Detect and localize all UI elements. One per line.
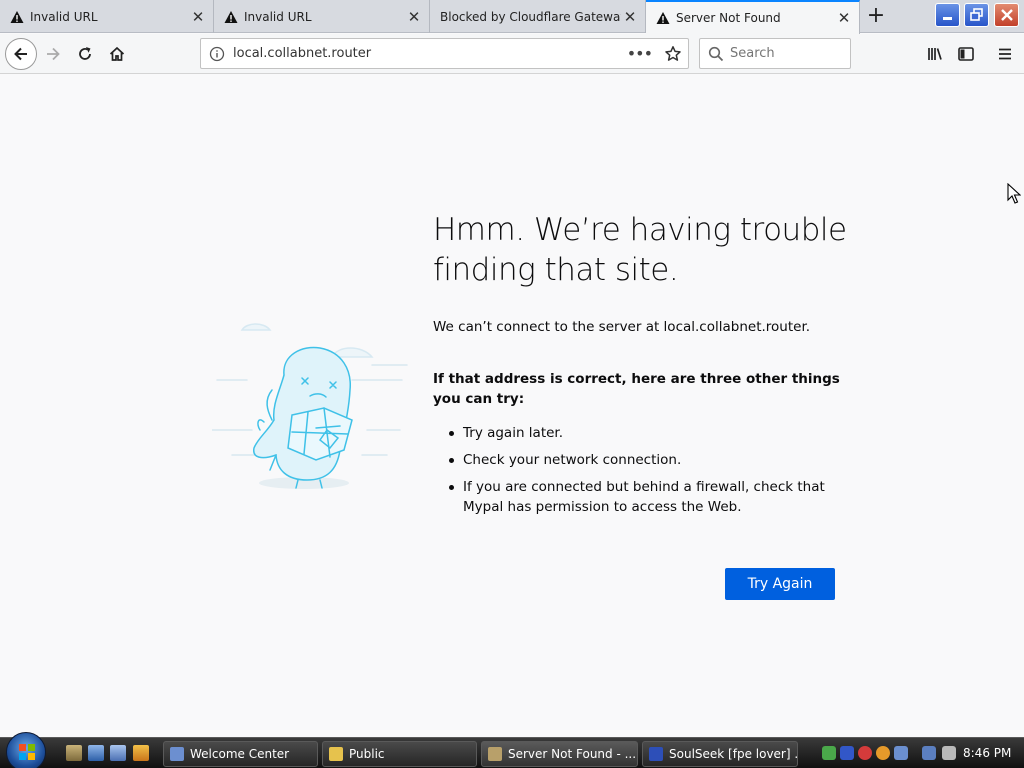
taskbar: Welcome Center Public Server Not Found -… (0, 732, 1024, 768)
sidebar-button[interactable] (951, 39, 981, 69)
hamburger-menu-icon (999, 48, 1011, 60)
page-content: Hmm. We’re having trouble finding that s… (0, 75, 1024, 737)
list-item: Try again later. (445, 423, 825, 443)
minimize-button[interactable] (935, 3, 960, 27)
tray-device-icon[interactable] (894, 746, 908, 760)
tab-strip: Invalid URL ✕ Invalid URL ✕ Blocked by C… (0, 0, 1024, 34)
tray-security-icon[interactable] (858, 746, 872, 760)
bookmark-star-icon[interactable] (664, 45, 682, 63)
show-desktop-icon[interactable] (88, 745, 104, 761)
tab-invalid-url-1[interactable]: Invalid URL ✕ (0, 0, 214, 33)
task-label: Public (349, 747, 385, 761)
quicklaunch-app-icon[interactable] (66, 745, 82, 761)
list-item: Check your network connection. (445, 450, 825, 470)
task-label: Server Not Found - ... (508, 747, 637, 761)
list-item: If you are connected but behind a firewa… (445, 477, 825, 517)
task-label: SoulSeek [fpe lover] ... (669, 747, 798, 761)
error-title: Hmm. We’re having trouble finding that s… (433, 212, 847, 288)
page-actions-icon[interactable]: ••• (627, 44, 653, 63)
browser-icon (488, 747, 502, 761)
taskbar-item-server-not-found[interactable]: Server Not Found - ... (481, 741, 638, 767)
arrow-right-icon (47, 47, 60, 61)
close-tab-icon[interactable]: ✕ (405, 8, 423, 26)
tab-server-not-found[interactable]: Server Not Found ✕ (646, 0, 860, 34)
menu-button[interactable] (990, 39, 1020, 69)
restore-icon (969, 8, 983, 21)
tab-label: Server Not Found (676, 11, 781, 25)
task-label: Welcome Center (190, 747, 290, 761)
window-icon (170, 747, 184, 761)
library-icon (928, 48, 942, 60)
close-icon (1000, 9, 1013, 21)
tab-blocked-cloudflare[interactable]: Blocked by Cloudflare Gateway ✕ (430, 0, 646, 33)
start-button[interactable] (6, 732, 46, 768)
tray-update-icon[interactable] (876, 746, 890, 760)
warning-icon (224, 10, 238, 23)
new-tab-button[interactable]: + (862, 4, 890, 30)
warning-icon (10, 10, 24, 23)
try-again-button[interactable]: Try Again (725, 568, 835, 600)
home-button[interactable] (102, 39, 132, 69)
search-bar[interactable] (699, 38, 851, 69)
warning-icon (656, 12, 670, 24)
taskbar-item-soulseek[interactable]: SoulSeek [fpe lover] ... (642, 741, 798, 767)
url-text[interactable]: local.collabnet.router (233, 46, 627, 61)
forward-button[interactable] (38, 39, 68, 69)
mouse-cursor-icon (1007, 183, 1021, 204)
tray-network-icon[interactable] (822, 746, 836, 760)
arrow-left-icon (14, 47, 27, 61)
navigation-toolbar: local.collabnet.router ••• (0, 34, 1024, 74)
taskbar-item-welcome-center[interactable]: Welcome Center (163, 741, 318, 767)
suggestions-heading: If that address is correct, here are thr… (433, 371, 840, 407)
close-window-button[interactable] (994, 3, 1019, 27)
close-tab-icon[interactable]: ✕ (835, 9, 853, 27)
tab-label: Invalid URL (30, 9, 98, 24)
minimize-icon (942, 17, 952, 20)
tab-invalid-url-2[interactable]: Invalid URL ✕ (214, 0, 430, 33)
volume-icon[interactable] (942, 746, 956, 760)
taskbar-item-public[interactable]: Public (322, 741, 477, 767)
search-icon (708, 46, 724, 61)
suggestions-list: Try again later. Check your network conn… (445, 423, 825, 524)
library-button[interactable] (920, 39, 950, 69)
url-bar[interactable]: local.collabnet.router ••• (200, 38, 689, 69)
search-input[interactable] (730, 46, 840, 61)
sidebar-icon (958, 47, 974, 61)
reload-button[interactable] (70, 39, 100, 69)
tab-label: Blocked by Cloudflare Gateway (440, 9, 621, 24)
tab-label: Invalid URL (244, 9, 312, 24)
info-icon[interactable] (209, 46, 225, 62)
sad-dinosaur-illustration (212, 323, 408, 489)
restore-button[interactable] (964, 3, 989, 27)
windows-logo-icon (19, 744, 35, 760)
soulseek-icon (649, 747, 663, 761)
media-player-icon[interactable] (133, 745, 149, 761)
tray-display-icon[interactable] (922, 746, 936, 760)
home-icon (109, 46, 125, 61)
close-tab-icon[interactable]: ✕ (189, 8, 207, 26)
close-tab-icon[interactable]: ✕ (621, 8, 639, 26)
tray-app-icon[interactable] (840, 746, 854, 760)
error-description: We can’t connect to the server at local.… (433, 319, 811, 335)
switch-windows-icon[interactable] (110, 745, 126, 761)
clock[interactable]: 8:46 PM (963, 746, 1011, 760)
back-button[interactable] (5, 38, 37, 70)
folder-icon (329, 747, 343, 761)
reload-icon (79, 47, 91, 60)
